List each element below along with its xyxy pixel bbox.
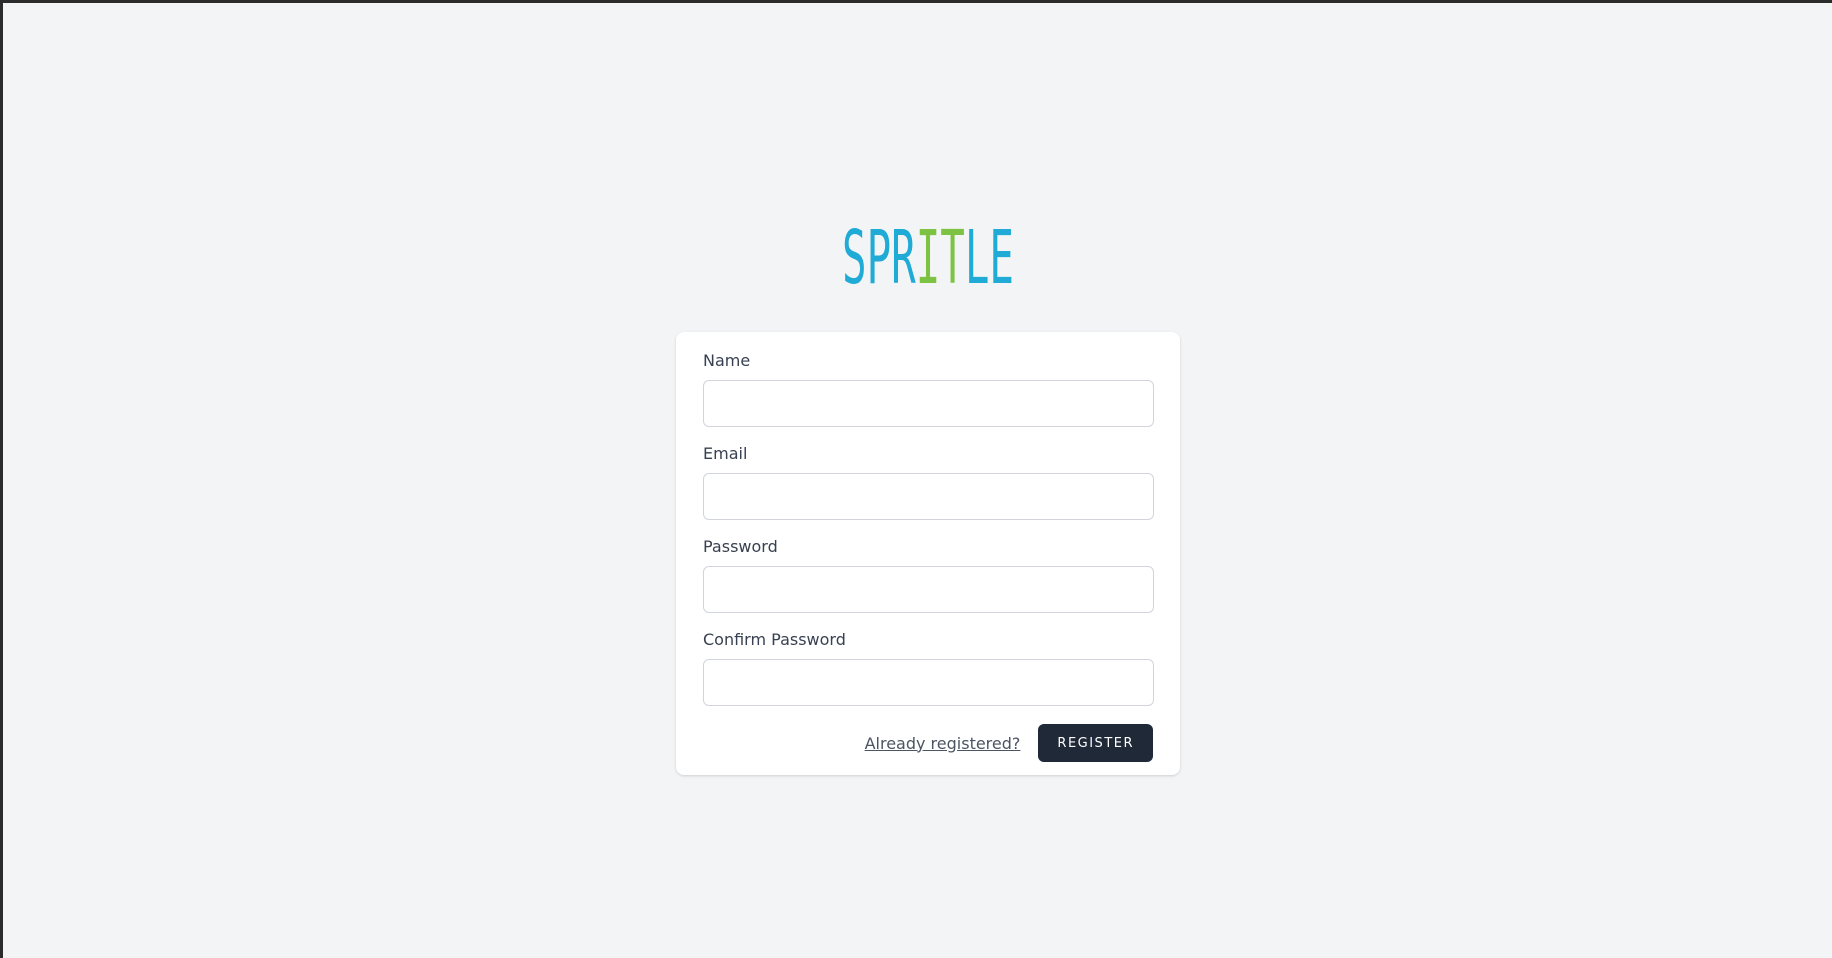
form-actions: Already registered? REGISTER	[703, 724, 1153, 762]
email-input[interactable]	[703, 473, 1154, 520]
email-field-group: Email	[703, 444, 1154, 520]
name-label: Name	[703, 351, 751, 370]
confirm-password-label: Confirm Password	[703, 630, 846, 649]
password-input[interactable]	[703, 566, 1154, 613]
name-field-group: Name	[703, 351, 1154, 427]
confirm-password-field-group: Confirm Password	[703, 630, 1154, 706]
logo-part-it: IT	[916, 214, 965, 287]
name-input[interactable]	[703, 380, 1154, 427]
register-button[interactable]: REGISTER	[1038, 724, 1153, 762]
password-label: Password	[703, 537, 778, 556]
confirm-password-input[interactable]	[703, 659, 1154, 706]
svg-text:SPRITLE: SPRITLE	[842, 214, 1014, 287]
email-label: Email	[703, 444, 748, 463]
register-form-card: Name Email Password Confirm Password Alr…	[676, 332, 1180, 775]
logo-part-spr: SPR	[842, 214, 916, 287]
logo-part-le: LE	[965, 214, 1014, 287]
already-registered-link[interactable]: Already registered?	[865, 734, 1021, 753]
password-field-group: Password	[703, 537, 1154, 613]
spritle-logo: SPRITLE	[842, 209, 1014, 287]
